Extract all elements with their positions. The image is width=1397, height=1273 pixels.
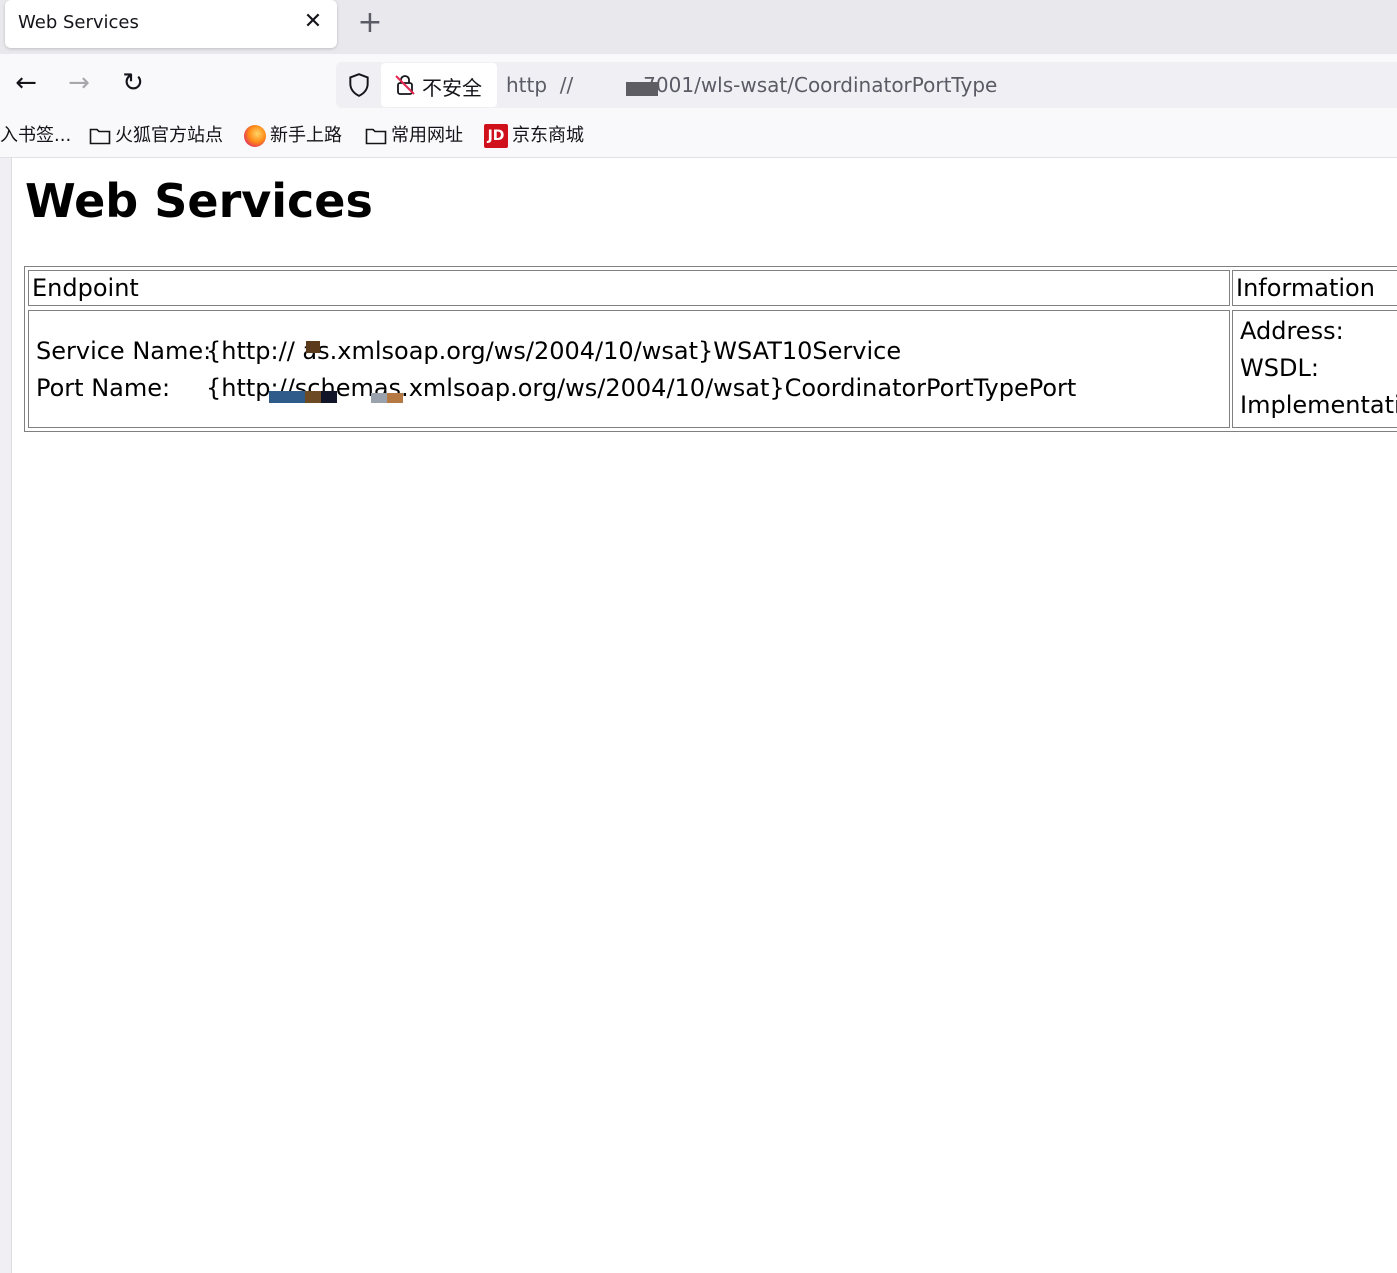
header-label: Endpoint <box>32 274 139 302</box>
header-information: Information <box>1232 270 1397 306</box>
back-button[interactable]: ← <box>11 68 41 98</box>
header-endpoint: Endpoint <box>28 270 1230 306</box>
bookmark-label: 入书签... <box>0 125 72 146</box>
address-label: Address: <box>1240 317 1344 345</box>
folder-icon <box>89 128 111 145</box>
tab-strip: Web Services ✕ + <box>0 0 1397 54</box>
web-services-table: Endpoint Information Service Name: {http… <box>24 266 1397 432</box>
bookmark-label: 常用网址 <box>391 125 463 146</box>
bookmark-jd-mall[interactable]: JD 京东商城 <box>484 124 584 148</box>
port-name-label: Port Name: <box>36 374 171 402</box>
tab-web-services[interactable]: Web Services ✕ <box>5 0 337 48</box>
bookmark-import[interactable]: 入书签... <box>0 124 71 148</box>
header-label: Information <box>1236 274 1375 302</box>
redaction-mark <box>626 82 658 96</box>
shield-icon[interactable] <box>346 72 372 98</box>
bookmark-label: 新手上路 <box>270 125 342 146</box>
redaction-mark <box>387 393 403 403</box>
security-indicator[interactable]: 不安全 <box>381 63 497 107</box>
insecure-lock-icon <box>395 75 415 95</box>
close-icon[interactable]: ✕ <box>302 11 324 33</box>
page-content: Web Services Endpoint Information Servic… <box>0 158 1397 1273</box>
bookmark-common-sites[interactable]: 常用网址 <box>365 124 463 148</box>
reload-button[interactable]: ↻ <box>118 68 148 98</box>
security-label: 不安全 <box>422 76 482 100</box>
folder-icon <box>365 128 387 145</box>
bookmark-getting-started[interactable]: 新手上路 <box>244 124 342 148</box>
redaction-mark <box>321 391 337 403</box>
bookmark-label: 京东商城 <box>512 125 584 146</box>
tab-title: Web Services <box>18 12 139 33</box>
url-bar[interactable]: 不安全 <box>336 62 1397 108</box>
bookmarks-toolbar: 入书签... 火狐官方站点 新手上路 常用网址 JD 京东商城 <box>0 114 1397 158</box>
endpoint-cell: Service Name: {http:// as.xmlsoap.org/ws… <box>28 310 1230 428</box>
bookmark-firefox-official[interactable]: 火狐官方站点 <box>89 124 223 148</box>
jd-icon: JD <box>484 124 508 148</box>
page-title: Web Services <box>25 174 373 228</box>
new-tab-button[interactable]: + <box>356 8 384 38</box>
redaction-mark <box>371 393 387 403</box>
information-cell: Address: WSDL: Implementatio <box>1232 310 1397 428</box>
wsdl-label: WSDL: <box>1240 354 1319 382</box>
service-name-label: Service Name: <box>36 337 212 365</box>
redaction-mark <box>305 391 321 403</box>
forward-button[interactable]: → <box>64 68 94 98</box>
redaction-mark <box>306 341 320 353</box>
firefox-icon <box>244 125 266 147</box>
bookmark-label: 火狐官方站点 <box>115 125 223 146</box>
redaction-mark <box>269 391 305 403</box>
implementation-label: Implementatio <box>1240 391 1397 419</box>
navigation-toolbar: ← → ↻ 不安全 <box>0 54 1397 114</box>
sidebar-edge <box>0 158 12 1273</box>
